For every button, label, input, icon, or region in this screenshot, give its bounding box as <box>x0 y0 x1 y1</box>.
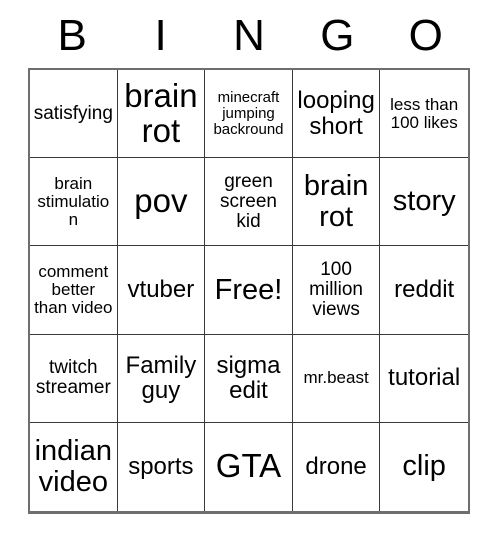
bingo-cell[interactable]: pov <box>117 158 206 247</box>
bingo-cell-label: looping short <box>297 87 375 140</box>
bingo-header-letter-g: G <box>320 11 355 60</box>
bingo-cell[interactable]: story <box>380 158 468 247</box>
bingo-cell-label: Family guy <box>125 351 197 405</box>
bingo-cell[interactable]: clip <box>380 422 468 511</box>
bingo-cell-label: brain stimulation <box>37 173 110 229</box>
bingo-cell-label: green screen kid <box>219 170 277 232</box>
bingo-cell[interactable]: satisfying <box>30 70 118 159</box>
bingo-cell[interactable]: 100 million views <box>292 246 381 335</box>
bingo-cell[interactable]: twitch streamer <box>30 334 118 423</box>
bingo-header-letter-o: O <box>408 11 443 60</box>
bingo-cell-label: GTA <box>215 447 282 485</box>
bingo-header-letter-n: N <box>233 11 265 60</box>
bingo-cell[interactable]: GTA <box>205 422 293 511</box>
bingo-cell-label: vtuber <box>127 276 195 304</box>
bingo-cell-label: minecraft jumping backround <box>213 88 284 138</box>
bingo-cell[interactable]: minecraft jumping backround <box>205 70 293 159</box>
bingo-cell-label: drone <box>305 453 367 481</box>
bingo-cell[interactable]: drone <box>292 422 381 511</box>
bingo-cell-label: story <box>392 185 456 218</box>
bingo-cell-label: sports <box>128 453 194 481</box>
bingo-cell[interactable]: tutorial <box>380 334 468 423</box>
bingo-cell-label: pov <box>134 182 188 220</box>
bingo-card: B I N G O satisfying brain rot minecraft… <box>28 8 470 514</box>
bingo-cell[interactable]: mr.beast <box>292 334 381 423</box>
bingo-cell-label: indian video <box>34 435 112 498</box>
bingo-grid: satisfying brain rot minecraft jumping b… <box>28 68 470 514</box>
bingo-cell[interactable]: brain rot <box>117 70 206 159</box>
bingo-cell[interactable]: Family guy <box>117 334 206 423</box>
bingo-cell-label: less than 100 likes <box>390 94 459 132</box>
bingo-cell-label: mr.beast <box>303 368 369 388</box>
bingo-header-row: B I N G O <box>28 8 470 68</box>
bingo-cell[interactable]: brain stimulation <box>30 158 118 247</box>
bingo-cell[interactable]: less than 100 likes <box>380 70 468 159</box>
bingo-cell[interactable]: sports <box>117 422 206 511</box>
bingo-header-letter-b: B <box>57 11 87 60</box>
bingo-cell[interactable]: comment better than video <box>30 246 118 335</box>
bingo-cell-label: reddit <box>394 276 455 304</box>
bingo-cell-label: 100 million views <box>309 258 364 321</box>
bingo-header-letter-i: I <box>154 11 167 60</box>
bingo-cell-label: clip <box>402 450 446 483</box>
bingo-cell[interactable]: indian video <box>30 422 118 511</box>
bingo-cell-label: brain rot <box>303 170 369 233</box>
bingo-cell[interactable]: green screen kid <box>205 158 293 247</box>
bingo-cell[interactable]: reddit <box>380 246 468 335</box>
bingo-cell[interactable]: sigma edit <box>205 334 293 423</box>
bingo-cell[interactable]: brain rot <box>292 158 381 247</box>
bingo-cell-label: comment better than video <box>34 261 113 317</box>
bingo-cell-label: brain rot <box>124 76 198 149</box>
bingo-cell-label: Free! <box>214 273 283 306</box>
bingo-cell-label: tutorial <box>388 364 461 392</box>
bingo-cell[interactable]: looping short <box>292 70 381 159</box>
bingo-cell-label: sigma edit <box>216 351 281 405</box>
bingo-cell-free-space[interactable]: Free! <box>205 246 293 335</box>
bingo-cell-label: satisfying <box>33 102 113 124</box>
bingo-cell-label: twitch streamer <box>35 357 111 399</box>
bingo-cell[interactable]: vtuber <box>117 246 206 335</box>
